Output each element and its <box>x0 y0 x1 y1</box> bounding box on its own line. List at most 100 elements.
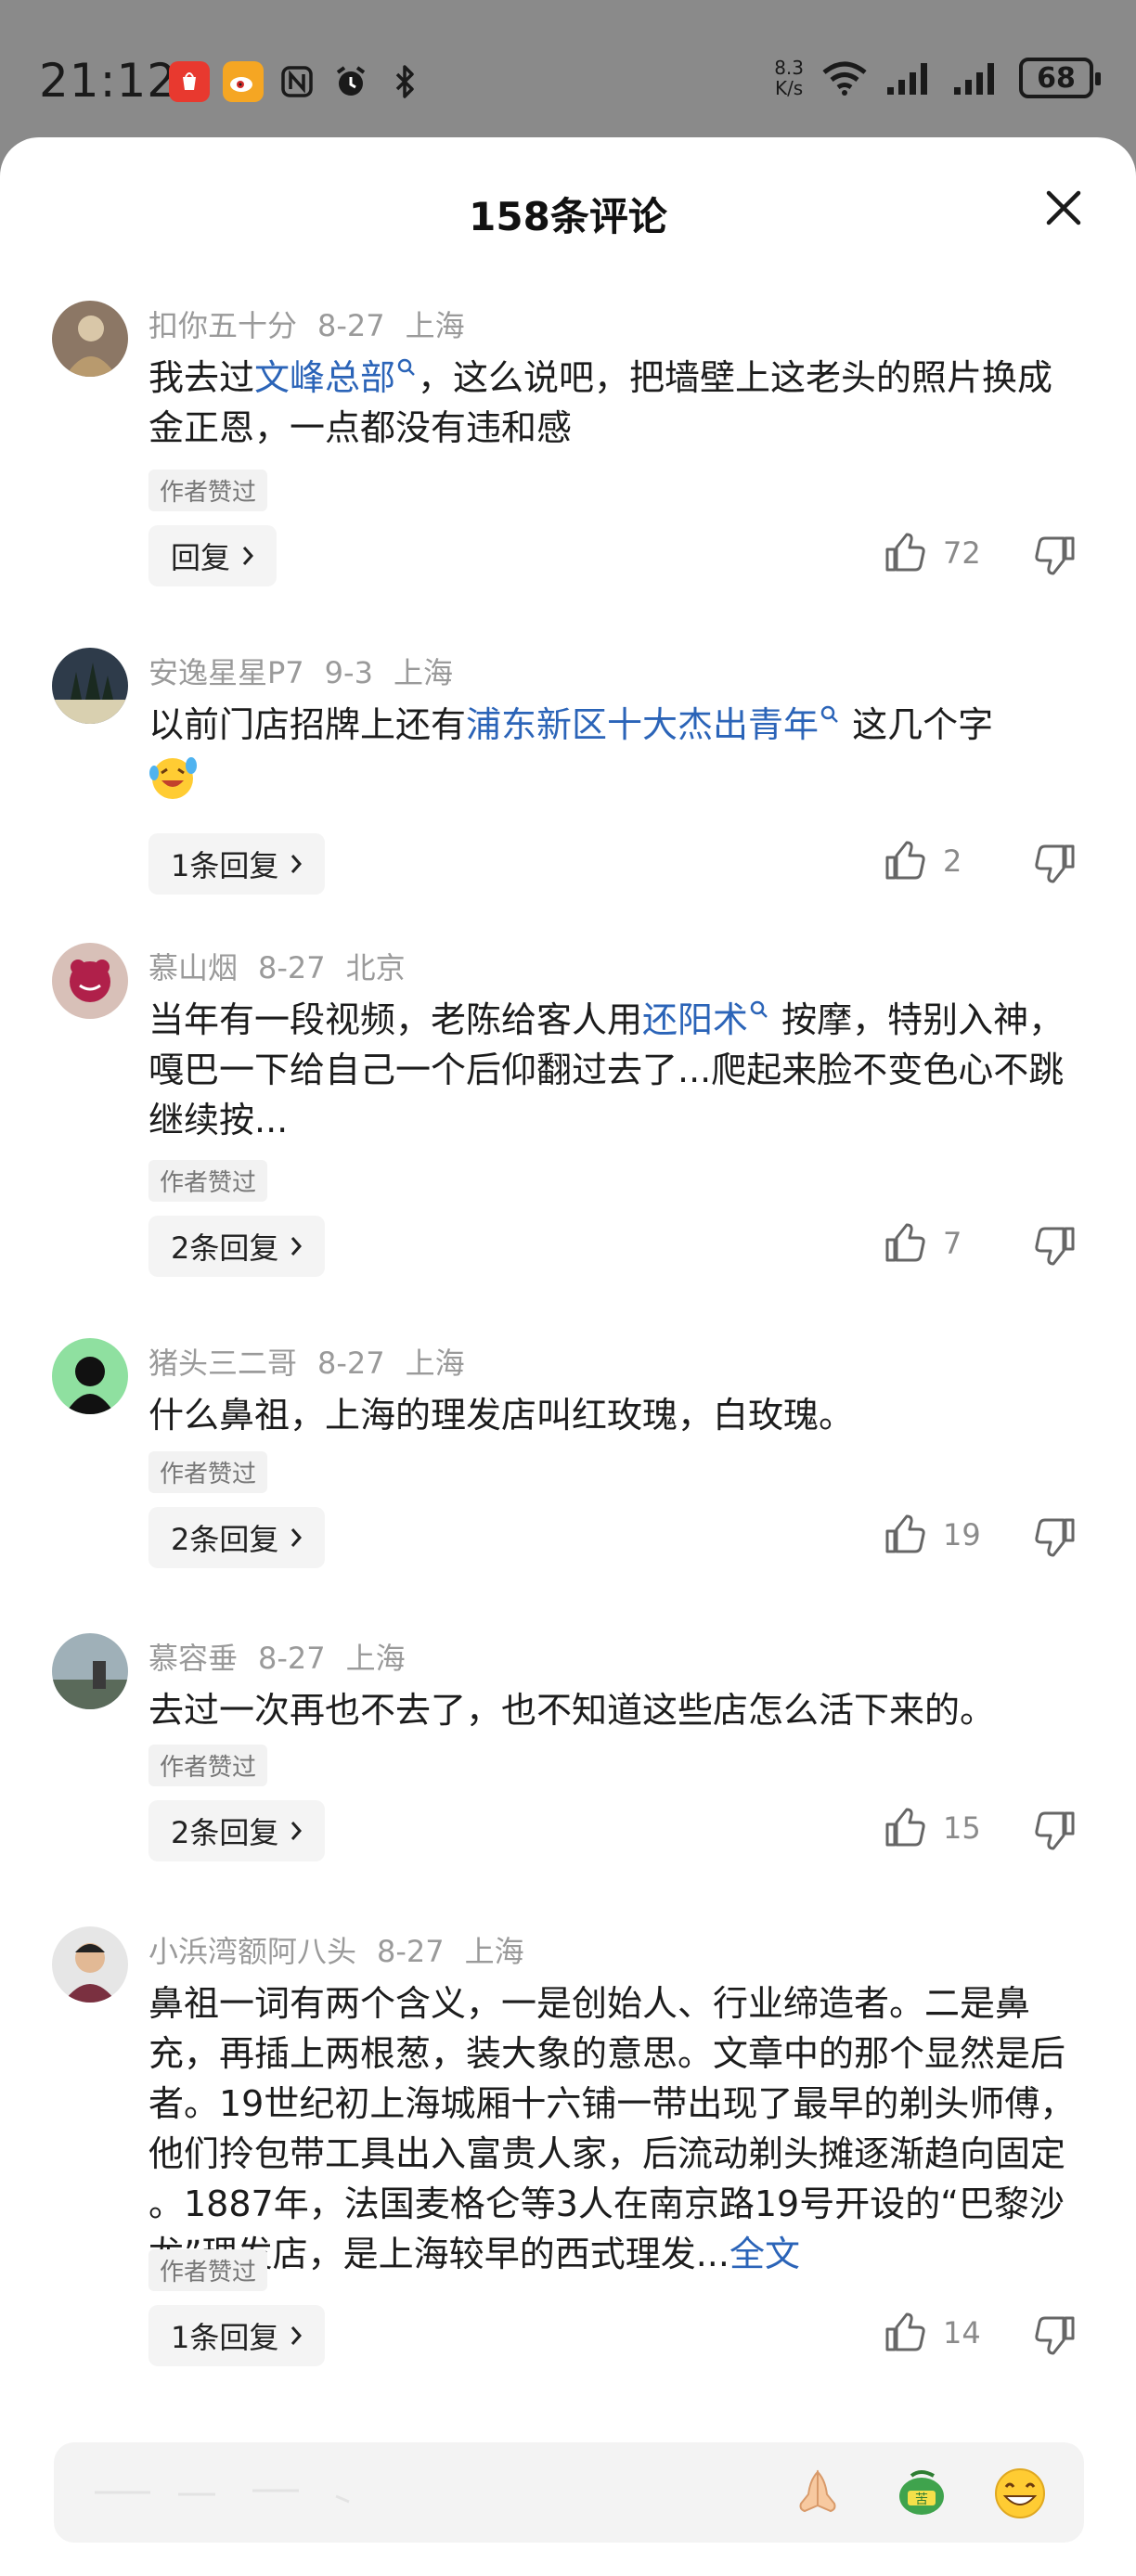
comments-sheet: 158条评论 扣你五十分 8-27 上海 我去过文峰总部 ，这么说吧，把墙壁上这老头的… <box>0 137 1136 2576</box>
reply-button[interactable]: 2条回复 <box>148 1800 326 1861</box>
thumbs-down-icon[interactable] <box>1034 535 1077 575</box>
bluetooth-icon <box>384 61 425 102</box>
comment-item: 安逸星星P7 9-3 上海 以前门店招牌上还有浦东新区十大杰出青年 这几个字 1条回… <box>0 648 1136 945</box>
reply-button[interactable]: 2条回复 <box>148 1507 326 1568</box>
comment-location: 上海 <box>464 1934 524 1969</box>
wifi-icon <box>822 61 867 96</box>
thumbs-up-icon <box>885 2312 925 2351</box>
like-count: 15 <box>943 1810 981 1846</box>
comment-item: 小浜湾额阿八头 8-27 上海 鼻祖一词有两个含义，一是创始人、行业缔造者。二是鼻充… <box>0 1926 1136 2446</box>
avatar[interactable] <box>52 301 128 377</box>
like-count: 14 <box>943 2315 981 2351</box>
laughing-emoji-icon <box>149 756 197 799</box>
like-count: 2 <box>943 844 962 879</box>
thumbs-down-icon[interactable] <box>1034 843 1077 883</box>
comment-meta: 安逸星星P7 9-3 上海 <box>148 650 473 692</box>
cellular-signal-1-icon <box>887 63 927 95</box>
like-button[interactable]: 15 <box>884 1808 981 1848</box>
username[interactable]: 扣你五十分 <box>148 308 297 343</box>
search-hint-icon <box>820 705 838 723</box>
comment-item: 慕山烟 8-27 北京 当年有一段视频，老陈给客人用还阳术 按摩，特别入神，嘎巴一下… <box>0 943 1136 1323</box>
comment-date: 9-3 <box>324 655 373 690</box>
search-link[interactable]: 文峰总部 <box>254 357 418 398</box>
username[interactable]: 猪头三二哥 <box>148 1346 297 1381</box>
avatar[interactable] <box>52 1338 128 1414</box>
author-liked-badge: 作者赞过 <box>148 1160 268 1202</box>
like-count: 7 <box>943 1226 962 1261</box>
search-link[interactable]: 还阳术 <box>642 999 770 1040</box>
like-button[interactable]: 14 <box>884 2312 981 2353</box>
avatar[interactable] <box>52 1926 128 2003</box>
comment-meta: 慕容垂 8-27 上海 <box>148 1635 426 1678</box>
comment-input-bar[interactable]: 苦 <box>54 2442 1084 2543</box>
alarm-icon <box>330 61 371 102</box>
thumbs-down-icon[interactable] <box>1034 1810 1077 1850</box>
status-time: 21:12 <box>39 54 178 108</box>
comment-location: 北京 <box>345 950 406 985</box>
cellular-signal-2-icon <box>954 63 994 95</box>
comment-item: 猪头三二哥 8-27 上海 什么鼻祖，上海的理发店叫红玫瑰，白玫瑰。 作者赞过 2条… <box>0 1338 1136 1616</box>
search-hint-icon <box>397 358 415 376</box>
status-system-indicators: 8.3 K/s 68 <box>774 57 1101 99</box>
comment-date: 8-27 <box>317 308 385 343</box>
thumbs-up-icon <box>885 533 925 572</box>
comment-text: 去过一次再也不去了，也不知道这些店怎么活下来的。 <box>148 1690 996 1731</box>
thumbs-down-icon[interactable] <box>1034 1225 1077 1266</box>
like-button[interactable]: 72 <box>884 533 981 573</box>
thumbs-up-icon <box>885 841 925 880</box>
bitter-melon-emoji-button[interactable]: 苦 <box>895 2467 949 2520</box>
avatar[interactable] <box>52 943 128 1019</box>
network-speed: 8.3 K/s <box>774 57 804 99</box>
comment-date: 8-27 <box>377 1934 445 1969</box>
comment-location: 上海 <box>405 1346 465 1381</box>
svg-text:苦: 苦 <box>915 2492 928 2507</box>
author-liked-badge: 作者赞过 <box>148 1451 268 1493</box>
expand-full-text-link[interactable]: 全文 <box>729 2234 800 2274</box>
comment-date: 8-27 <box>258 950 326 985</box>
chevron-right-icon <box>291 1237 303 1256</box>
comment-location: 上海 <box>393 655 453 690</box>
praying-hands-emoji-button[interactable] <box>791 2467 845 2520</box>
chevron-right-icon <box>291 2326 303 2345</box>
like-count: 19 <box>943 1517 981 1552</box>
thumbs-up-icon <box>885 1514 925 1553</box>
author-liked-badge: 作者赞过 <box>148 470 268 511</box>
username[interactable]: 慕山烟 <box>148 950 238 985</box>
status-notification-icons <box>169 61 425 102</box>
comment-text: 我去过文峰总部 ，这么说吧，把墙壁上这老头的照片换成金正恩，一点都没有违和感 <box>148 357 1053 448</box>
author-liked-badge: 作者赞过 <box>148 2249 268 2291</box>
comment-text: 什么鼻祖，上海的理发店叫红玫瑰，白玫瑰。 <box>148 1395 855 1436</box>
reply-button[interactable]: 1条回复 <box>148 833 326 895</box>
thumbs-down-icon[interactable] <box>1034 2314 1077 2355</box>
like-button[interactable]: 7 <box>884 1223 962 1264</box>
avatar[interactable] <box>52 648 128 724</box>
huawei-app-icon <box>169 61 210 102</box>
comment-meta: 扣你五十分 8-27 上海 <box>148 303 485 345</box>
comment-date: 8-27 <box>317 1346 385 1381</box>
comment-item: 扣你五十分 8-27 上海 我去过文峰总部 ，这么说吧，把墙壁上这老头的照片换成金正恩… <box>0 301 1136 635</box>
reply-button[interactable]: 1条回复 <box>148 2305 326 2366</box>
comment-item: 慕容垂 8-27 上海 去过一次再也不去了，也不知道这些店怎么活下来的。 作者赞过 … <box>0 1633 1136 1912</box>
search-link[interactable]: 浦东新区十大杰出青年 <box>466 704 841 745</box>
like-button[interactable]: 19 <box>884 1514 981 1555</box>
comment-text: 当年有一段视频，老陈给客人用还阳术 按摩，特别入神，嘎巴一下给自己一个后仰翻过去… <box>148 999 1065 1140</box>
grinning-face-emoji-button[interactable] <box>993 2467 1047 2520</box>
comment-meta: 小浜湾额阿八头 8-27 上海 <box>148 1928 545 1971</box>
avatar[interactable] <box>52 1633 128 1709</box>
username[interactable]: 安逸星星P7 <box>148 655 304 690</box>
comment-location: 上海 <box>345 1641 406 1676</box>
comment-meta: 慕山烟 8-27 北京 <box>148 945 426 987</box>
reply-button[interactable]: 回复 <box>148 525 278 586</box>
chevron-right-icon <box>291 855 303 873</box>
username[interactable]: 小浜湾额阿八头 <box>148 1934 356 1969</box>
reply-button[interactable]: 2条回复 <box>148 1216 326 1277</box>
username[interactable]: 慕容垂 <box>148 1641 238 1676</box>
chevron-right-icon <box>291 1528 303 1547</box>
search-hint-icon <box>750 1000 768 1018</box>
thumbs-down-icon[interactable] <box>1034 1516 1077 1557</box>
comment-meta: 猪头三二哥 8-27 上海 <box>148 1340 485 1383</box>
status-bar: 21:12 8.3 K/s 68 <box>0 0 1136 139</box>
close-icon[interactable] <box>1041 186 1086 230</box>
like-button[interactable]: 2 <box>884 841 962 882</box>
comment-location: 上海 <box>405 308 465 343</box>
